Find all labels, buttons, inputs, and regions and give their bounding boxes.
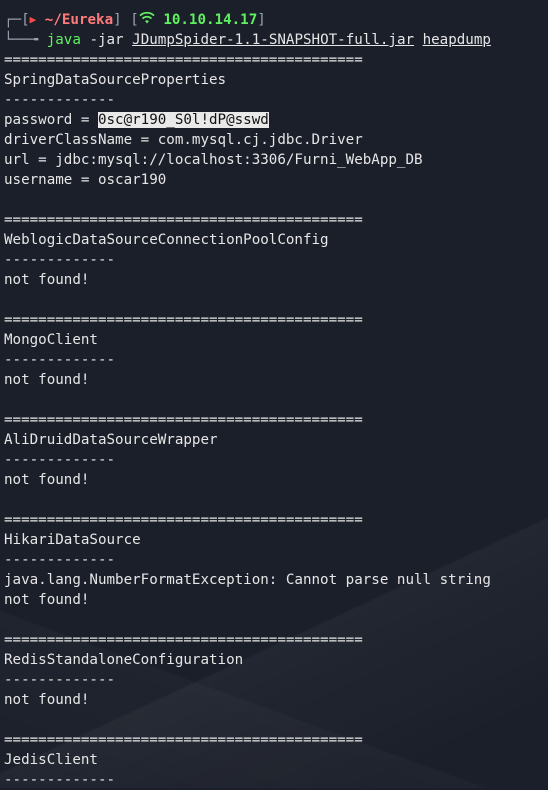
password-line: password = 0sc@r190_S0l!dP@sswd bbox=[4, 110, 548, 130]
section-title: WeblogicDataSourceConnectionPoolConfig bbox=[4, 232, 329, 248]
separator-long: ========================================… bbox=[4, 312, 363, 328]
prompt-path: ~/Eureka bbox=[44, 12, 114, 28]
separator-long: ========================================… bbox=[4, 52, 363, 68]
password-label: password = bbox=[4, 112, 98, 128]
username-line: username = oscar190 bbox=[4, 172, 167, 188]
command-dump-file: heapdump bbox=[422, 32, 491, 48]
section-title: AliDruidDataSourceWrapper bbox=[4, 432, 218, 448]
result-line: not found! bbox=[4, 592, 90, 608]
result-line: not found! bbox=[4, 692, 90, 708]
prompt-bracket-close: ] [ bbox=[113, 12, 139, 28]
separator-short: ------------- bbox=[4, 552, 116, 568]
separator-long: ========================================… bbox=[4, 512, 363, 528]
command-flag: -jar bbox=[89, 32, 124, 48]
prompt-header-line: ┌─[▶ ~/Eureka] [ 10.10.14.17] bbox=[4, 10, 548, 30]
exception-line: java.lang.NumberFormatException: Cannot … bbox=[4, 572, 491, 588]
command-name: java bbox=[46, 32, 81, 48]
terminal-window[interactable]: ┌─[▶ ~/Eureka] [ 10.10.14.17] └──╼ java … bbox=[0, 0, 548, 788]
wifi-icon bbox=[139, 11, 155, 24]
section-title: HikariDataSource bbox=[4, 532, 141, 548]
skull-icon: ▶ bbox=[29, 13, 37, 26]
password-value-selected[interactable]: 0sc@r190_S0l!dP@sswd bbox=[97, 112, 269, 128]
separator-short: ------------- bbox=[4, 92, 116, 108]
driver-line: driverClassName = com.mysql.cj.jdbc.Driv… bbox=[4, 132, 363, 148]
section-title: SpringDataSourceProperties bbox=[4, 72, 227, 88]
prompt-arrow: └──╼ bbox=[4, 32, 47, 48]
separator-long: ========================================… bbox=[4, 732, 363, 748]
url-line: url = jdbc:mysql://localhost:3306/Furni_… bbox=[4, 152, 423, 168]
prompt-ip: 10.10.14.17 bbox=[163, 12, 258, 28]
separator-short: ------------- bbox=[4, 352, 116, 368]
separator-long: ========================================… bbox=[4, 412, 363, 428]
section-title: JedisClient bbox=[4, 752, 98, 768]
section-title: MongoClient bbox=[4, 332, 98, 348]
section-title: RedisStandaloneConfiguration bbox=[4, 652, 244, 668]
separator-short: ------------- bbox=[4, 252, 116, 268]
separator-long: ========================================… bbox=[4, 632, 363, 648]
command-jar-file: JDumpSpider-1.1-SNAPSHOT-full.jar bbox=[132, 32, 415, 48]
separator-short: ------------- bbox=[4, 672, 116, 688]
command-line[interactable]: └──╼ java -jar JDumpSpider-1.1-SNAPSHOT-… bbox=[4, 30, 548, 50]
prompt-corner: ┌─[ bbox=[4, 12, 30, 28]
result-line: not found! bbox=[4, 472, 90, 488]
result-line: not found! bbox=[4, 272, 90, 288]
separator-long: ========================================… bbox=[4, 212, 363, 228]
prompt-bracket-end: ] bbox=[257, 12, 266, 28]
separator-short: ------------- bbox=[4, 772, 116, 788]
separator-short: ------------- bbox=[4, 452, 116, 468]
result-line: not found! bbox=[4, 372, 90, 388]
